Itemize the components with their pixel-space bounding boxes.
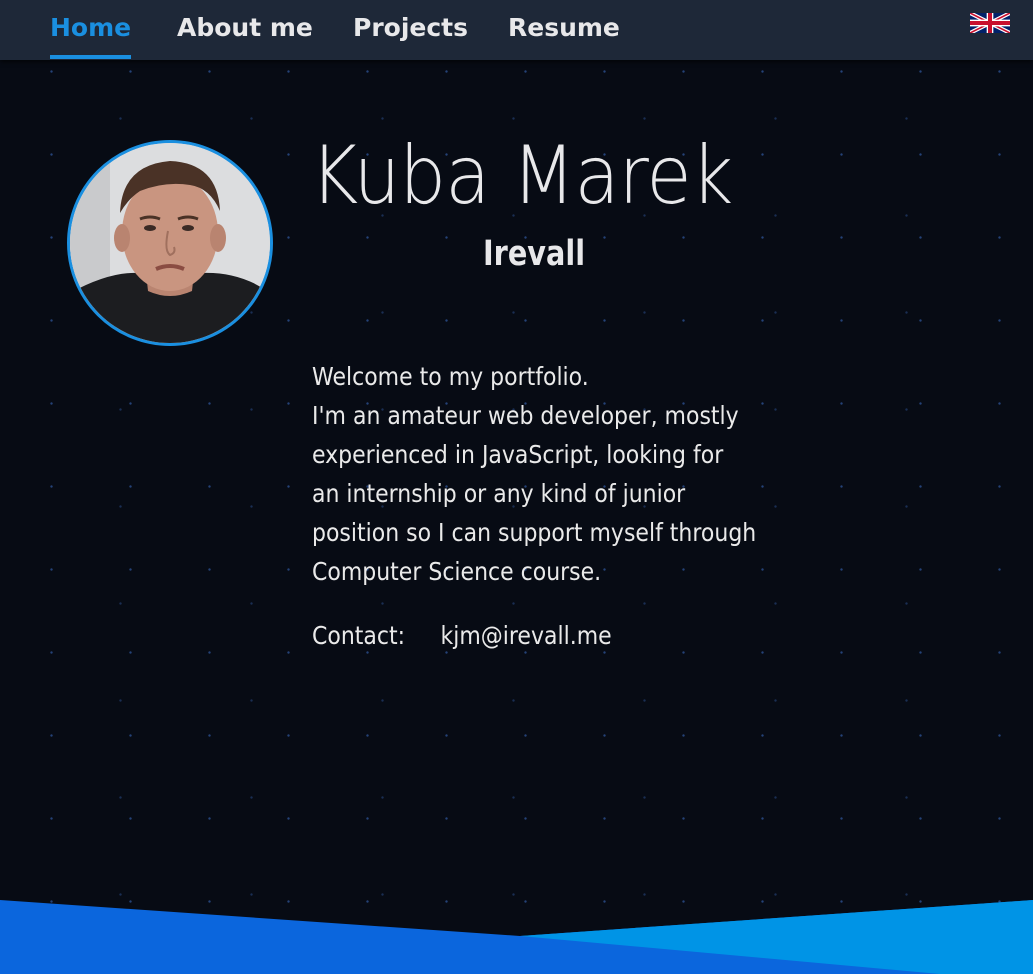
contact-email-link[interactable]: kjm@irevall.me — [440, 621, 611, 650]
contact-row: Contact: kjm@irevall.me — [312, 616, 612, 655]
uk-flag-icon[interactable] — [970, 13, 1010, 33]
profile-nickname: Irevall — [483, 234, 586, 274]
bio-line: experienced in JavaScript, looking for — [312, 440, 724, 469]
bio-line: an internship or any kind of junior — [312, 479, 686, 508]
bio-text: Welcome to my portfolio. I'm an amateur … — [312, 357, 832, 591]
bio-line: Welcome to my portfolio. — [312, 362, 589, 391]
nav-resume-label: Resume — [508, 13, 620, 42]
nav-home-label: Home — [50, 13, 132, 42]
nav-about-me-label: About me — [177, 13, 313, 42]
contact-label: Contact: — [312, 621, 406, 650]
nav-projects-label: Projects — [353, 13, 469, 42]
nav-home[interactable]: Home — [50, 0, 132, 60]
bio-line: I'm an amateur web developer, mostly — [312, 401, 739, 430]
nav-projects[interactable]: Projects — [353, 0, 468, 60]
bio-line: position so I can support myself through — [312, 518, 757, 547]
profile-photo-icon — [70, 143, 270, 343]
top-navbar: Home About me Projects Resume — [0, 0, 1033, 60]
profile-name: Kuba Marek — [310, 129, 733, 222]
active-tab-underline — [50, 55, 132, 59]
profile-avatar — [67, 140, 273, 346]
nav-resume[interactable]: Resume — [508, 0, 620, 60]
nav-about-me[interactable]: About me — [177, 0, 313, 60]
page: Home About me Projects Resume Kuba Marek… — [0, 0, 1033, 974]
footer-wave — [0, 900, 1033, 974]
bio-line: Computer Science course. — [312, 557, 602, 586]
